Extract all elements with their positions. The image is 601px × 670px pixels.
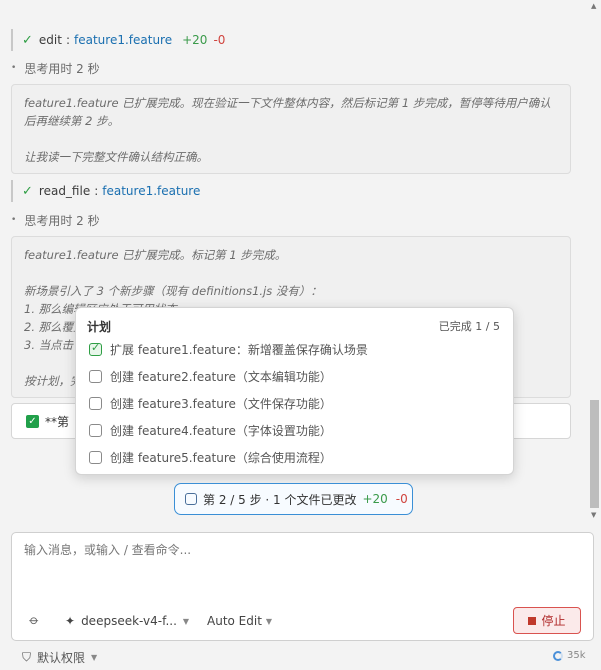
thinking-toggle[interactable]: • 思考用时 2 秒 bbox=[11, 211, 100, 229]
bullet-icon: • bbox=[11, 63, 17, 73]
lines-added: +20 bbox=[362, 492, 388, 506]
stop-button[interactable]: 停止 bbox=[513, 607, 581, 634]
scrollbar-thumb[interactable] bbox=[590, 400, 599, 508]
plan-progress: 已完成 1 / 5 bbox=[438, 320, 500, 333]
model-selector[interactable]: ✦ deepseek-v4-f... ▼ bbox=[65, 614, 189, 628]
plan-item-label: 创建 feature3.feature（文件保存功能） bbox=[110, 396, 332, 411]
plan-item[interactable]: 扩展 feature1.feature：新增覆盖保存确认场景 bbox=[89, 339, 368, 359]
chevron-down-icon: ▼ bbox=[265, 616, 273, 626]
checkbox-icon bbox=[185, 493, 197, 505]
tool-file-link[interactable]: feature1.feature bbox=[102, 184, 200, 198]
permissions-label: 默认权限 bbox=[37, 651, 86, 665]
shield-icon: ⛉ bbox=[22, 650, 32, 664]
stop-icon bbox=[528, 616, 537, 625]
plan-item[interactable]: 创建 feature3.feature（文件保存功能） bbox=[89, 393, 332, 413]
plan-popover: 计划 已完成 1 / 5 扩展 feature1.feature：新增覆盖保存确… bbox=[75, 307, 514, 475]
message-composer: ⌀ ✦ deepseek-v4-f... ▼ Auto Edit ▼ 停止 bbox=[11, 532, 594, 641]
thinking-line: feature1.feature 已扩展完成。标记第 1 步完成。 bbox=[24, 248, 287, 262]
model-label: deepseek-v4-f... bbox=[81, 614, 177, 628]
plan-item-label: 创建 feature2.feature（文本编辑功能） bbox=[110, 369, 332, 384]
plan-item[interactable]: 创建 feature2.feature（文本编辑功能） bbox=[89, 366, 332, 386]
bullet-icon: • bbox=[11, 215, 17, 225]
tool-name: edit bbox=[38, 33, 62, 47]
checkbox-icon bbox=[89, 396, 102, 410]
check-icon: ✓ bbox=[22, 183, 33, 199]
thinking-line: 后再继续第 2 步。 bbox=[24, 114, 120, 128]
plan-item-label: 创建 feature5.feature（综合使用流程） bbox=[110, 450, 332, 465]
thinking-line: feature1.feature 已扩展完成。现在验证一下文件整体内容，然后标记… bbox=[24, 96, 551, 110]
plan-item-label: 扩展 feature1.feature：新增覆盖保存确认场景 bbox=[110, 342, 368, 357]
progress-ring-icon bbox=[553, 650, 563, 661]
scroll-down-icon[interactable]: ▼ bbox=[591, 511, 596, 519]
checked-checkbox-icon bbox=[89, 341, 102, 356]
scrollbar[interactable]: ▲ ▼ bbox=[588, 0, 601, 522]
token-count: 35k bbox=[567, 650, 586, 661]
plan-item[interactable]: 创建 feature4.feature（字体设置功能） bbox=[89, 420, 332, 440]
lines-added: +20 bbox=[182, 33, 208, 47]
sparkle-icon: ✦ bbox=[65, 614, 76, 628]
thinking-line: 新场景引入了 3 个新步骤（现有 definitions1.js 没有）： bbox=[24, 284, 322, 298]
permissions-selector[interactable]: ⛉ 默认权限 ▼ bbox=[22, 649, 97, 666]
context-usage: 35k bbox=[553, 650, 586, 661]
checkbox-icon bbox=[89, 450, 102, 464]
thinking-toggle[interactable]: • 思考用时 2 秒 bbox=[11, 59, 100, 77]
message-input[interactable] bbox=[24, 543, 564, 557]
scroll-up-icon[interactable]: ▲ bbox=[591, 2, 596, 10]
lines-removed: -0 bbox=[395, 492, 408, 506]
mode-label: Auto Edit bbox=[207, 614, 262, 628]
plan-title: 计划 bbox=[87, 320, 112, 334]
thinking-line bbox=[24, 130, 558, 148]
mode-selector[interactable]: Auto Edit ▼ bbox=[207, 614, 272, 628]
thinking-duration: 思考用时 2 秒 bbox=[24, 61, 100, 76]
plan-item[interactable]: 创建 feature5.feature（综合使用流程） bbox=[89, 447, 332, 467]
check-icon: ✓ bbox=[22, 32, 33, 48]
plan-item-label: 创建 feature4.feature（字体设置功能） bbox=[110, 423, 332, 438]
chevron-down-icon: ▼ bbox=[91, 653, 98, 662]
chevron-down-icon: ▼ bbox=[182, 616, 190, 626]
lines-removed: -0 bbox=[213, 33, 226, 47]
checkbox-icon bbox=[89, 369, 102, 383]
tool-name: read_file bbox=[38, 184, 91, 198]
thinking-content: feature1.feature 已扩展完成。现在验证一下文件整体内容，然后标记… bbox=[11, 84, 571, 174]
plan-step-button[interactable]: 第 2 / 5 步 · 1 个文件已更改 +20 -0 bbox=[174, 483, 413, 515]
step-text: 第 2 / 5 步 · 1 个文件已更改 bbox=[203, 492, 357, 507]
tool-file-link[interactable]: feature1.feature bbox=[74, 33, 172, 47]
checkbox-icon bbox=[89, 423, 102, 437]
paperclip-icon[interactable]: ⌀ bbox=[26, 612, 42, 628]
thinking-duration: 思考用时 2 秒 bbox=[24, 213, 100, 228]
tool-call-edit[interactable]: ✓ edit: feature1.feature +20 -0 bbox=[11, 29, 225, 51]
stop-label: 停止 bbox=[541, 614, 566, 628]
thinking-line bbox=[24, 264, 558, 282]
message-text: **第 bbox=[45, 414, 70, 429]
tool-call-read-file[interactable]: ✓ read_file: feature1.feature bbox=[11, 180, 200, 202]
checkbox-icon: ✓ bbox=[26, 414, 39, 428]
thinking-line: 让我读一下完整文件确认结构正确。 bbox=[24, 150, 208, 164]
